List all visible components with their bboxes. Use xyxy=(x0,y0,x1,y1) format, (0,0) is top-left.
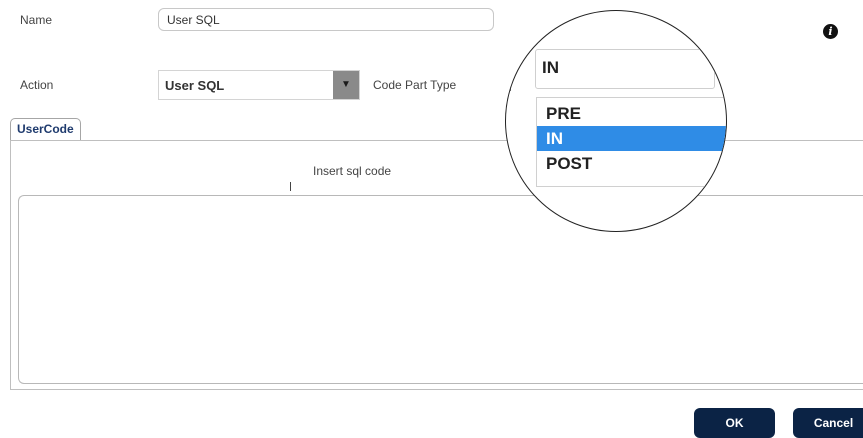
sql-code-textarea[interactable] xyxy=(18,195,863,384)
editor-instruction: Insert sql code xyxy=(313,164,392,178)
name-input[interactable] xyxy=(158,8,494,31)
cancel-button[interactable]: Cancel xyxy=(793,408,863,438)
code-part-type-selected-value: IN xyxy=(542,58,559,77)
code-part-type-magnifier: IN PRE IN POST xyxy=(505,10,727,232)
name-label: Name xyxy=(20,13,53,27)
option-in[interactable]: IN xyxy=(537,126,726,151)
code-part-type-label: Code Part Type xyxy=(373,78,457,92)
chevron-down-icon[interactable]: ▼ xyxy=(333,71,359,99)
option-pre[interactable]: PRE xyxy=(537,101,726,126)
action-select-value: User SQL xyxy=(165,78,225,93)
tab-usercode[interactable]: UserCode xyxy=(10,118,81,140)
code-part-type-options: PRE IN POST xyxy=(536,97,726,187)
code-part-type-select[interactable]: IN xyxy=(535,49,715,89)
divider-tick xyxy=(510,81,511,91)
option-post[interactable]: POST xyxy=(537,151,726,176)
action-label: Action xyxy=(20,78,54,92)
info-icon[interactable]: i xyxy=(823,24,838,39)
text-cursor-mark xyxy=(290,182,291,191)
action-select[interactable]: User SQL ▼ xyxy=(158,70,360,100)
ok-button[interactable]: OK xyxy=(694,408,775,438)
